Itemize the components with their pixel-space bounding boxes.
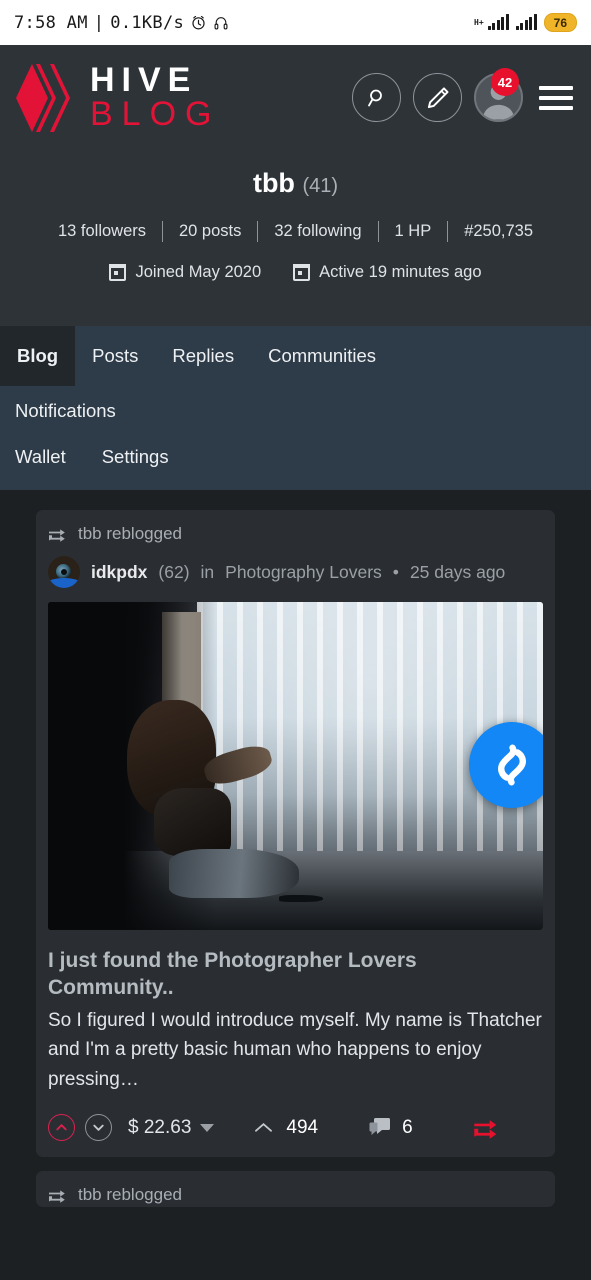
post-vote-count[interactable]: 494 xyxy=(254,1117,318,1139)
app-header: HIVE BLOG 42 xyxy=(0,45,591,150)
profile-joined: Joined May 2020 xyxy=(109,263,261,282)
profile-nav: Blog Posts Replies Communities Notificat… xyxy=(0,326,591,490)
post-community[interactable]: Photography Lovers xyxy=(225,562,382,583)
clock-time: 7:58 AM xyxy=(14,12,88,33)
payout-amount: $ 22.63 xyxy=(128,1116,192,1138)
stat-following[interactable]: 32 following xyxy=(258,222,377,241)
post-title[interactable]: I just found the Photographer Lovers Com… xyxy=(48,948,543,1002)
caret-down-icon xyxy=(200,1123,215,1132)
reblog-arrow-icon xyxy=(49,1189,65,1203)
tab-blog[interactable]: Blog xyxy=(0,326,76,386)
post-author[interactable]: idkpdx xyxy=(91,562,147,583)
post-actions: $ 22.63 494 6 xyxy=(48,1114,543,1147)
post-excerpt[interactable]: So I figured I would introduce myself. M… xyxy=(48,1006,543,1094)
hamburger-menu-icon[interactable] xyxy=(539,85,573,110)
tab-replies[interactable]: Replies xyxy=(155,326,251,386)
vote-count-text: 494 xyxy=(286,1116,319,1138)
post-age: 25 days ago xyxy=(409,561,506,582)
post-author-reputation: (62) xyxy=(158,561,190,582)
tab-notifications[interactable]: Notifications xyxy=(15,400,576,422)
comment-count-text: 6 xyxy=(402,1116,413,1138)
tab-settings[interactable]: Settings xyxy=(102,446,169,468)
stat-hp[interactable]: 1 HP xyxy=(379,222,448,241)
calendar-icon xyxy=(109,264,127,281)
post-card[interactable]: tbb reblogged idkpdx (62) in Photography… xyxy=(36,510,555,1158)
compose-button[interactable] xyxy=(413,73,462,122)
status-bar-left: 7:58 AM | 0.1KB/s xyxy=(14,13,229,33)
stat-followers[interactable]: 13 followers xyxy=(42,222,162,241)
chevron-up-icon xyxy=(255,1123,273,1132)
resteem-arrow-icon xyxy=(473,1119,496,1139)
brand-text: HIVE BLOG xyxy=(90,61,221,133)
post-card-next[interactable]: tbb reblogged xyxy=(36,1171,555,1208)
profile-reputation: (41) xyxy=(302,175,339,197)
network-type-label: H+ xyxy=(474,17,484,27)
profile-summary: tbb (41) 13 followers 20 posts 32 follow… xyxy=(0,150,591,326)
signal-bars-sim2 xyxy=(515,14,537,30)
post-feed: tbb reblogged idkpdx (62) in Photography… xyxy=(0,490,591,1208)
downvote-chevron-icon xyxy=(93,1124,104,1131)
reblog-indicator: tbb reblogged xyxy=(48,1185,543,1205)
data-rate: 0.1KB/s xyxy=(110,12,185,33)
reblog-indicator: tbb reblogged xyxy=(48,524,543,544)
post-byline: idkpdx (62) in Photography Lovers • 25 d… xyxy=(48,556,543,588)
shazam-icon xyxy=(498,744,526,786)
stat-posts[interactable]: 20 posts xyxy=(163,222,257,241)
nav-row-notifications: Notifications xyxy=(0,386,591,422)
downvote-button[interactable] xyxy=(85,1114,112,1142)
post-image[interactable] xyxy=(48,602,543,930)
nav-row-account: Wallet Settings xyxy=(0,422,591,468)
header-actions: 42 xyxy=(352,68,573,122)
byline-separator: • xyxy=(392,561,399,582)
alarm-clock-icon xyxy=(192,15,205,30)
search-icon xyxy=(367,89,382,106)
stat-rank[interactable]: #250,735 xyxy=(448,222,549,241)
notification-badge[interactable]: 42 xyxy=(491,68,519,96)
profile-active: Active 19 minutes ago xyxy=(293,263,482,282)
resteem-button[interactable] xyxy=(473,1117,500,1139)
profile-joined-text: Joined May 2020 xyxy=(135,263,262,281)
search-button[interactable] xyxy=(352,73,401,122)
tab-wallet[interactable]: Wallet xyxy=(15,446,66,468)
author-avatar-icon[interactable] xyxy=(48,556,80,588)
reblog-text: tbb reblogged xyxy=(78,524,182,543)
tab-posts[interactable]: Posts xyxy=(75,326,155,386)
calendar-icon xyxy=(293,264,311,281)
profile-username: tbb (41) xyxy=(10,168,581,199)
reblog-arrow-icon xyxy=(49,528,65,542)
post-payout[interactable]: $ 22.63 xyxy=(128,1116,215,1139)
battery-indicator: 76 xyxy=(543,13,577,32)
tab-communities[interactable]: Communities xyxy=(251,326,393,386)
brand-hive-text: HIVE xyxy=(90,61,198,100)
profile-meta: Joined May 2020 Active 19 minutes ago xyxy=(10,263,581,282)
brand-blog-text: BLOG xyxy=(90,94,221,133)
brand-logo[interactable]: HIVE BLOG xyxy=(14,62,220,134)
upvote-button[interactable] xyxy=(48,1114,75,1142)
status-bar: 7:58 AM | 0.1KB/s H+ 76 xyxy=(0,0,591,45)
status-divider: | xyxy=(93,12,105,33)
comment-bubble-icon xyxy=(369,1118,391,1136)
pencil-icon xyxy=(427,86,449,108)
profile-username-text: tbb xyxy=(252,168,295,198)
status-bar-right: H+ 76 xyxy=(474,13,577,32)
byline-in-word: in xyxy=(200,561,215,582)
profile-stats: 13 followers 20 posts 32 following 1 HP … xyxy=(10,221,581,242)
nav-row-primary: Blog Posts Replies Communities xyxy=(0,326,591,386)
signal-bars-sim1 xyxy=(487,14,509,30)
headset-icon xyxy=(214,17,228,30)
post-comment-count[interactable]: 6 xyxy=(368,1117,413,1139)
reblog-text: tbb reblogged xyxy=(78,1185,182,1205)
upvote-chevron-icon xyxy=(56,1124,67,1131)
profile-active-text: Active 19 minutes ago xyxy=(319,263,482,281)
hive-logo-icon xyxy=(16,63,70,132)
